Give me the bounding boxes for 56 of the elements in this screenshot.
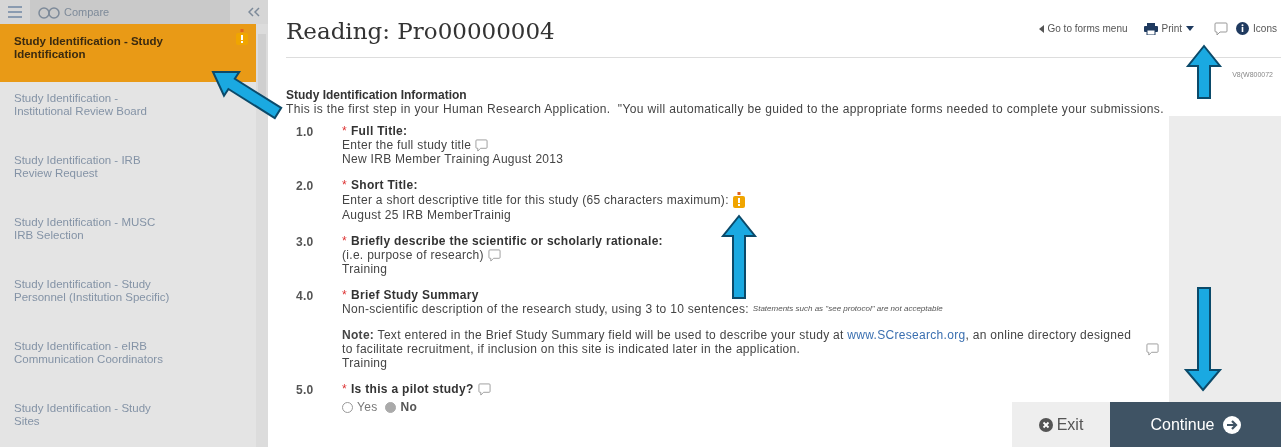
alert-icon[interactable] bbox=[732, 192, 745, 208]
answer-text: Training bbox=[342, 356, 389, 370]
continue-button[interactable]: Continue bbox=[1110, 402, 1281, 447]
caret-down-icon bbox=[1186, 26, 1195, 31]
section-title: Study Identification Information bbox=[286, 88, 468, 102]
radio-option[interactable]: No bbox=[385, 400, 418, 414]
radio-button[interactable] bbox=[342, 401, 353, 413]
help-text: Non-scientific description of the research study, using 3 to 10 sentences: bbox=[342, 302, 749, 316]
sidebar-item[interactable]: Study Identification - Study Identification bbox=[0, 24, 256, 82]
comment-icon[interactable] bbox=[475, 138, 489, 152]
question-label: Brief Study Summary bbox=[351, 288, 479, 302]
info-icon bbox=[1236, 22, 1250, 35]
close-icon bbox=[1038, 417, 1053, 432]
print-button[interactable]: Print bbox=[1143, 21, 1195, 36]
alert-icon[interactable] bbox=[236, 29, 248, 45]
question-label: Short Title: bbox=[351, 178, 418, 192]
question-label: Is this a pilot study? bbox=[351, 382, 474, 396]
menu-icon[interactable] bbox=[8, 6, 22, 18]
printer-icon bbox=[1143, 22, 1158, 35]
question-number: 3.0 bbox=[295, 234, 315, 251]
note-text: Note: Text entered in the Brief Study Summary field will be used to describe your study at www.SCresearch.org, an online directory designed to facilitate recruitment, if inclusion on this site is indicated later in the application. bbox=[342, 328, 1133, 356]
answer-text: August 25 IRB MemberTrainig bbox=[342, 208, 513, 222]
icons-link[interactable]: Icons bbox=[1236, 21, 1277, 36]
question-number: 2.0 bbox=[295, 178, 315, 195]
callout-arrow bbox=[211, 71, 283, 120]
help-text: (i.e. purpose of research) bbox=[342, 248, 484, 262]
radio-option[interactable]: Yes bbox=[342, 400, 378, 414]
callout-arrow bbox=[1185, 44, 1223, 99]
arrow-right-icon bbox=[1222, 415, 1241, 434]
intro-text: This is the first step in your Human Research Application. "You will automatically be guided to the appropriate forms needed to complete your submissions. bbox=[286, 102, 1165, 116]
help-text: Enter the full study title bbox=[342, 138, 472, 152]
comment-icon[interactable] bbox=[487, 248, 501, 262]
required-mark: * bbox=[342, 288, 347, 302]
comment-icon[interactable] bbox=[1146, 343, 1159, 356]
question-number: 1.0 bbox=[295, 124, 315, 141]
question-label: Full Title: bbox=[351, 124, 408, 138]
question-label: Briefly describe the scientific or scholarly rationale: bbox=[351, 234, 663, 248]
question-number: 4.0 bbox=[295, 288, 315, 305]
answer-text: Training bbox=[342, 262, 389, 276]
collapse-icon[interactable] bbox=[248, 7, 260, 17]
required-mark: * bbox=[342, 124, 347, 138]
question-number: 5.0 bbox=[295, 382, 315, 399]
caret-left-icon bbox=[1038, 24, 1044, 33]
scrollbar[interactable] bbox=[256, 24, 268, 447]
exit-button[interactable]: Exit bbox=[1012, 402, 1110, 447]
required-mark: * bbox=[342, 178, 347, 192]
forms-menu-link[interactable]: Go to forms menu bbox=[1038, 21, 1128, 36]
comment-icon[interactable] bbox=[1214, 21, 1229, 36]
page-title: Reading: Pro00000004 bbox=[286, 17, 555, 47]
help-note: Statements such as "see protocol" are not acceptable bbox=[752, 303, 943, 315]
answer-text: New IRB Member Training August 2013 bbox=[342, 152, 564, 166]
required-mark: * bbox=[342, 382, 347, 396]
radio-button[interactable] bbox=[385, 401, 397, 413]
comment-icon[interactable] bbox=[477, 382, 491, 396]
help-text: Enter a short descriptive title for this study (65 characters maximum): bbox=[342, 193, 729, 207]
required-mark: * bbox=[342, 234, 347, 248]
